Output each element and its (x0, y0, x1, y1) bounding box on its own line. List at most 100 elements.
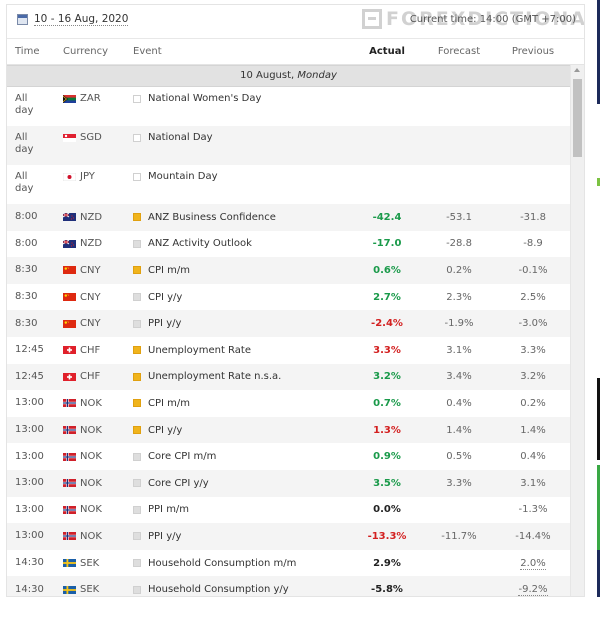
event-row[interactable]: 13:00 NOK PPI m/m 0.0% -1.3% (7, 497, 570, 524)
event-name[interactable]: National Women's Day (148, 93, 261, 104)
event-cell[interactable]: Core CPI y/y (127, 478, 352, 489)
event-row[interactable]: 8:30 CNY PPI y/y -2.4% -1.9% -3.0% (7, 310, 570, 337)
event-cell[interactable]: PPI y/y (127, 531, 352, 542)
event-cell[interactable]: CPI y/y (127, 292, 352, 303)
previous-value: 0.2% (496, 398, 570, 409)
event-cell[interactable]: PPI m/m (127, 504, 352, 515)
event-row[interactable]: All day SGD National Day (7, 126, 570, 165)
event-name[interactable]: CPI m/m (148, 398, 190, 409)
event-row[interactable]: 13:00 NOK Core CPI m/m 0.9% 0.5% 0.4% (7, 443, 570, 470)
event-row[interactable]: 14:30 SEK Household Consumption y/y -5.8… (7, 576, 570, 596)
current-time: Current time: 14:00 (GMT +7:00) (409, 14, 576, 25)
scrollbar[interactable] (570, 65, 584, 596)
event-row[interactable]: 12:45 CHF Unemployment Rate n.s.a. 3.2% … (7, 363, 570, 391)
event-time: 12:45 (15, 344, 44, 356)
calendar-icon[interactable] (17, 14, 28, 25)
event-name[interactable]: PPI m/m (148, 504, 189, 515)
impact-med-icon (133, 266, 141, 275)
event-row[interactable]: 8:30 CNY CPI y/y 2.7% 2.3% 2.5% (7, 284, 570, 311)
impact-low-icon (133, 452, 141, 461)
forecast-value: 2.3% (446, 291, 472, 303)
event-time: 13:00 (15, 503, 44, 515)
no-flag-icon (63, 426, 76, 435)
event-cell[interactable]: CPI m/m (127, 265, 352, 276)
date-range-label[interactable]: 10 - 16 Aug, 2020 (34, 13, 129, 26)
previous-value: -3.0% (496, 318, 570, 329)
event-row[interactable]: 13:00 NOK Core CPI y/y 3.5% 3.3% 3.1% (7, 469, 570, 497)
previous-value[interactable]: -9.2% (496, 584, 570, 596)
event-name[interactable]: Mountain Day (148, 171, 218, 182)
event-name[interactable]: Core CPI m/m (148, 451, 216, 462)
time-cell: 14:30 (7, 557, 57, 569)
event-row[interactable]: 13:00 NOK CPI y/y 1.3% 1.4% 1.4% (7, 416, 570, 444)
forexdictionary-logo-icon (362, 9, 382, 29)
event-row[interactable]: 8:00 NZD ANZ Activity Outlook -17.0 -28.… (7, 231, 570, 258)
previous-value: 1.4% (496, 425, 570, 436)
actual-value: -42.4 (372, 211, 402, 223)
event-name[interactable]: Household Consumption m/m (148, 558, 296, 569)
event-cell[interactable]: ANZ Activity Outlook (127, 238, 352, 249)
time-cell: 12:45 (7, 371, 57, 383)
event-cell[interactable]: ANZ Business Confidence (127, 212, 352, 223)
previous-value: 3.2% (496, 371, 570, 382)
event-name[interactable]: Unemployment Rate n.s.a. (148, 371, 281, 382)
currency-cell: SEK (57, 584, 127, 595)
event-row[interactable]: 14:30 SEK Household Consumption m/m 2.9%… (7, 550, 570, 577)
time-cell: All day (7, 171, 57, 195)
forecast-value: -28.8 (446, 238, 472, 250)
forecast-value: -53.1 (446, 211, 472, 223)
event-name[interactable]: CPI y/y (148, 425, 182, 436)
currency-code: SGD (80, 132, 102, 143)
event-row[interactable]: All day JPY Mountain Day (7, 165, 570, 204)
time-cell: 8:00 (7, 238, 57, 250)
event-time: All day (15, 171, 34, 194)
previous-value: -31.8 (496, 212, 570, 223)
event-time: All day (15, 132, 34, 155)
cn-flag-icon (63, 319, 76, 328)
event-name[interactable]: CPI m/m (148, 265, 190, 276)
previous-value-text[interactable]: 2.0% (520, 557, 546, 570)
event-cell[interactable]: National Day (127, 132, 352, 143)
event-name[interactable]: Core CPI y/y (148, 478, 209, 489)
event-row[interactable]: 13:00 NOK PPI y/y -13.3% -11.7% -14.4% (7, 523, 570, 550)
previous-value-text[interactable]: -9.2% (518, 584, 548, 596)
event-cell[interactable]: Unemployment Rate n.s.a. (127, 371, 352, 382)
scrollbar-thumb[interactable] (573, 79, 582, 157)
currency-cell: SGD (57, 132, 127, 143)
event-row[interactable]: 12:45 CHF Unemployment Rate 3.3% 3.1% 3.… (7, 337, 570, 364)
event-cell[interactable]: Household Consumption m/m (127, 558, 352, 569)
event-name[interactable]: ANZ Activity Outlook (148, 238, 252, 249)
events-scroll-area: 10 August, Monday All day ZAR National W… (7, 65, 584, 596)
column-header-time: Time (15, 46, 40, 57)
event-name[interactable]: PPI y/y (148, 531, 181, 542)
event-name[interactable]: National Day (148, 132, 213, 143)
scroll-up-arrow-icon[interactable] (574, 68, 580, 72)
event-cell[interactable]: CPI y/y (127, 425, 352, 436)
event-cell[interactable]: CPI m/m (127, 398, 352, 409)
event-row[interactable]: 8:30 CNY CPI m/m 0.6% 0.2% -0.1% (7, 257, 570, 284)
event-row[interactable]: 13:00 NOK CPI m/m 0.7% 0.4% 0.2% (7, 390, 570, 417)
event-cell[interactable]: PPI y/y (127, 318, 352, 329)
event-cell[interactable]: National Women's Day (127, 93, 352, 104)
day-weekday: Monday (297, 70, 337, 81)
event-cell[interactable]: Household Consumption y/y (127, 584, 352, 595)
event-name[interactable]: CPI y/y (148, 292, 182, 303)
previous-value[interactable]: 2.0% (496, 557, 570, 570)
event-name[interactable]: PPI y/y (148, 318, 181, 329)
event-name[interactable]: Unemployment Rate (148, 345, 251, 356)
currency-cell: CHF (57, 345, 127, 356)
event-cell[interactable]: Core CPI m/m (127, 451, 352, 462)
event-row[interactable]: 8:00 NZD ANZ Business Confidence -42.4 -… (7, 204, 570, 231)
event-name[interactable]: ANZ Business Confidence (148, 212, 276, 223)
event-time: 8:00 (15, 211, 38, 223)
event-time: 13:00 (15, 397, 44, 409)
ch-flag-icon (63, 346, 76, 355)
currency-cell: SEK (57, 558, 127, 569)
event-cell[interactable]: Unemployment Rate (127, 345, 352, 356)
cn-flag-icon (63, 293, 76, 302)
event-row[interactable]: All day ZAR National Women's Day (7, 87, 570, 126)
previous-value: 3.1% (496, 478, 570, 489)
event-cell[interactable]: Mountain Day (127, 171, 352, 182)
date-range-selector[interactable]: 10 - 16 Aug, 2020 (17, 13, 129, 26)
event-name[interactable]: Household Consumption y/y (148, 584, 289, 595)
